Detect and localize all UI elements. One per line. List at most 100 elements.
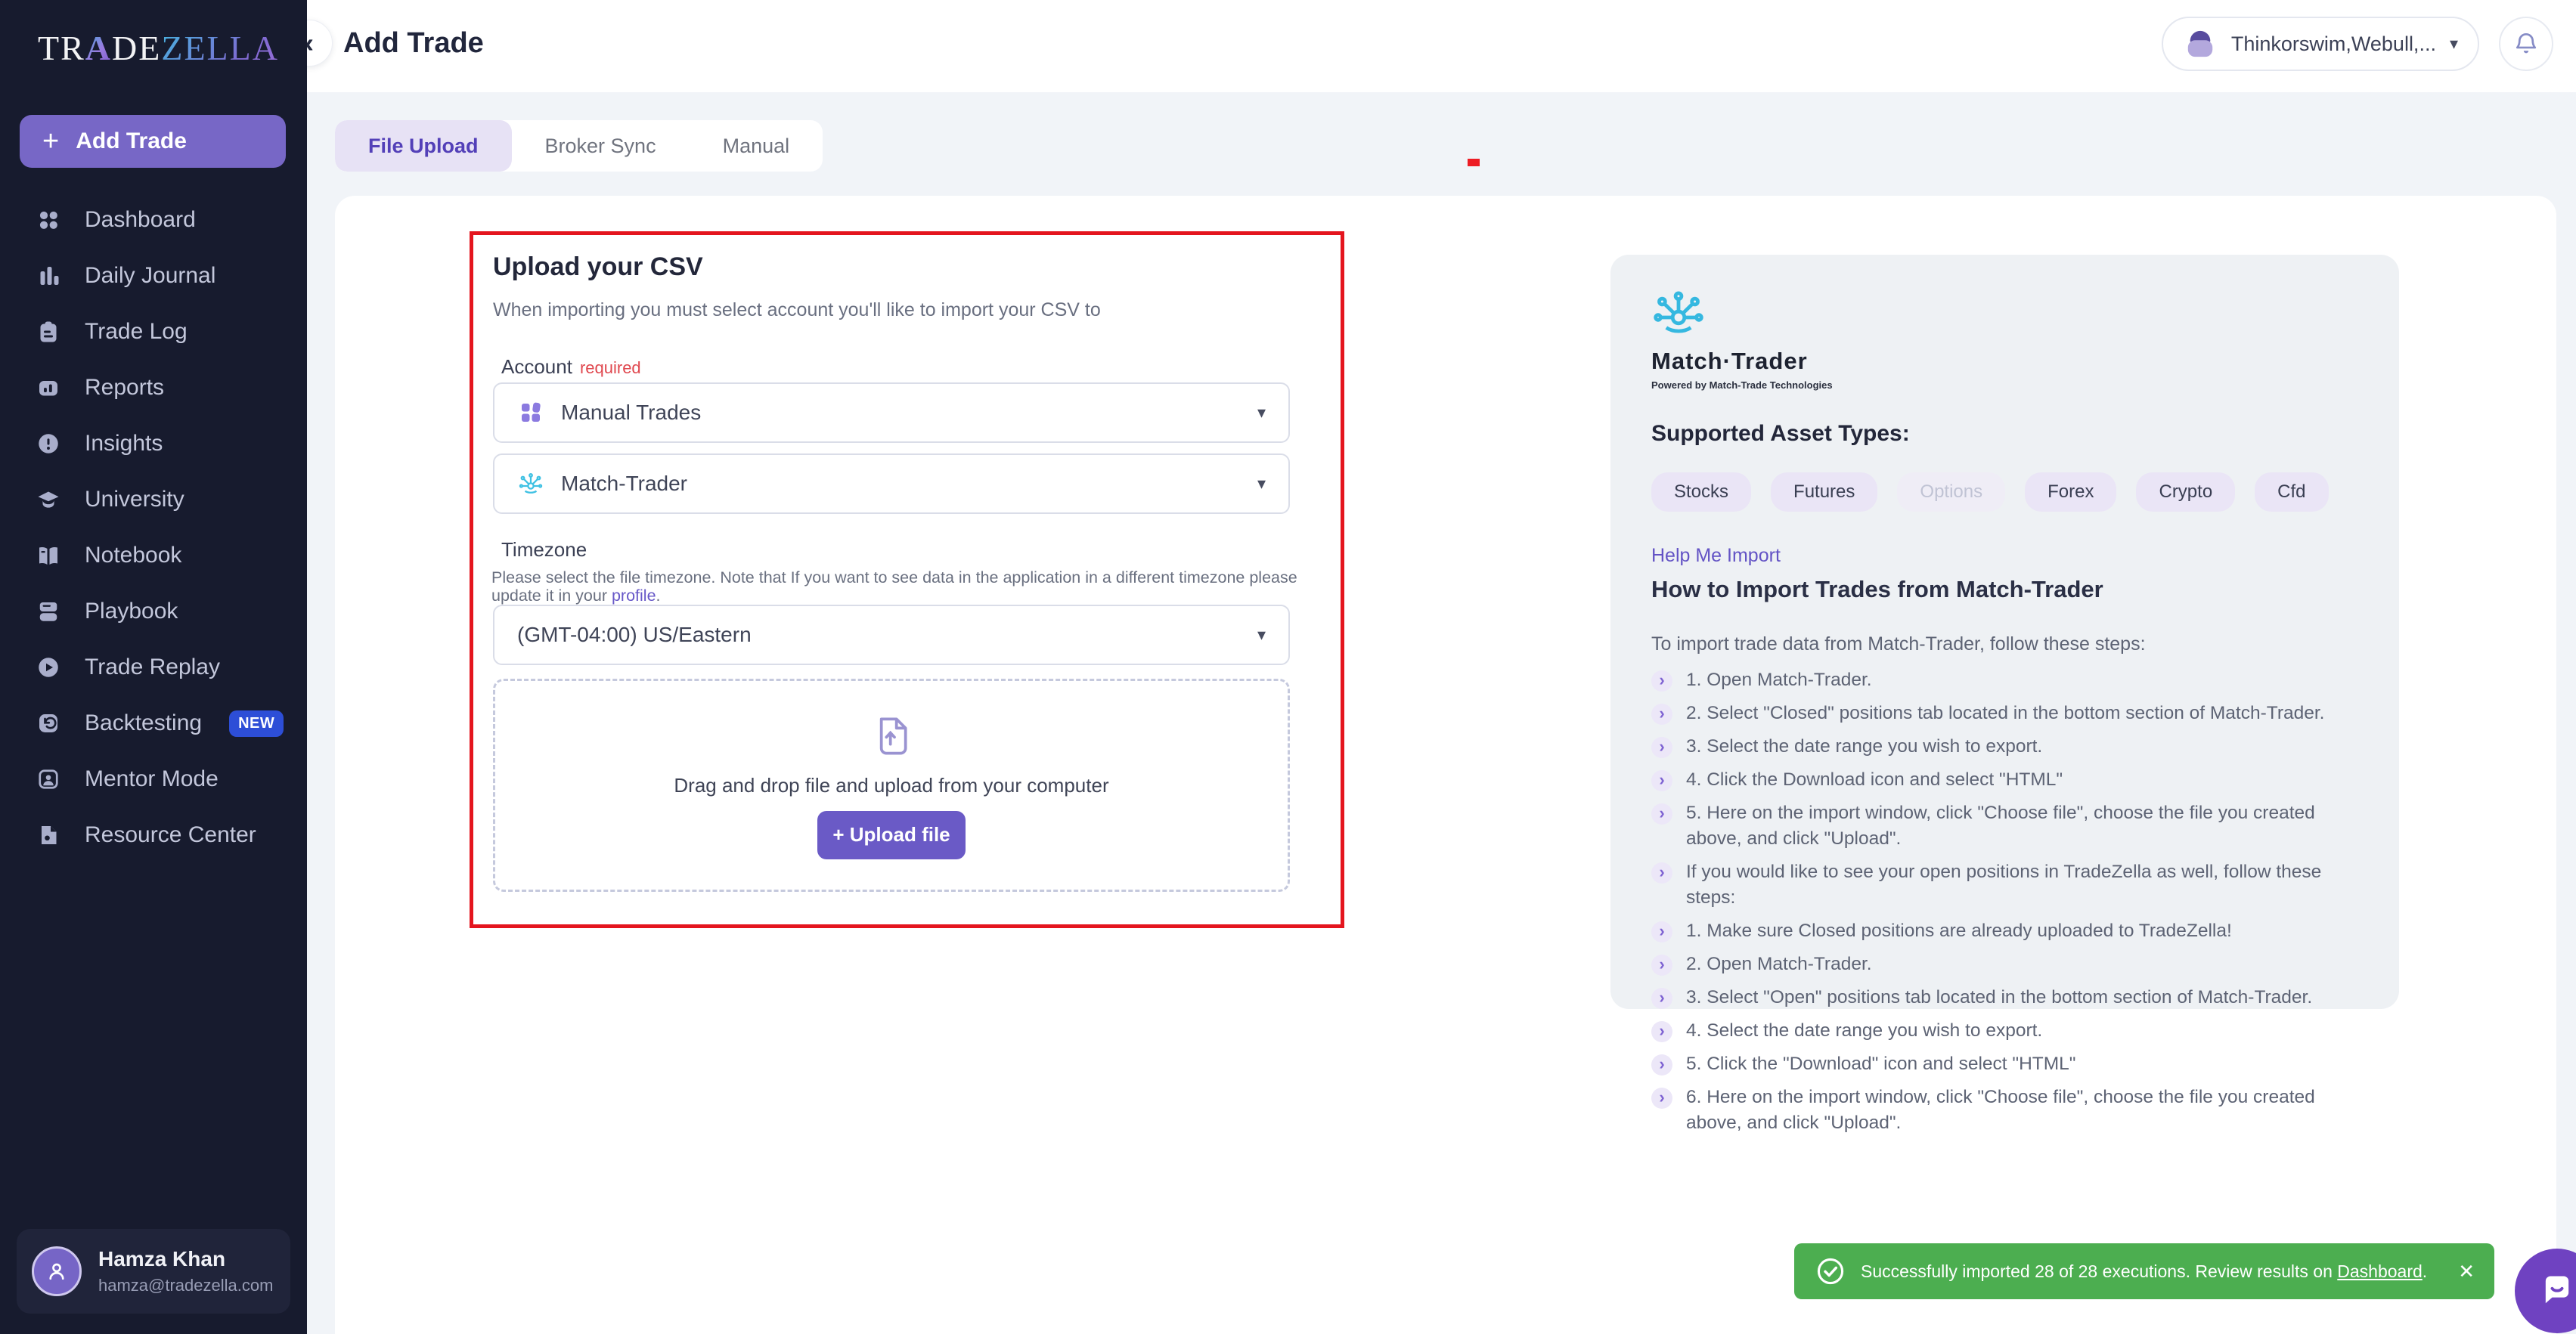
dropzone-text: Drag and drop file and upload from your … bbox=[674, 774, 1108, 797]
tab-broker-sync[interactable]: Broker Sync bbox=[512, 120, 690, 172]
sidebar-item-label: Mentor Mode bbox=[85, 766, 219, 792]
user-profile-card[interactable]: Hamza Khan hamza@tradezella.com bbox=[17, 1229, 290, 1314]
close-icon[interactable]: ✕ bbox=[2458, 1260, 2475, 1283]
avatar bbox=[32, 1246, 82, 1296]
manual-trades-icon bbox=[517, 399, 544, 426]
tab-manual[interactable]: Manual bbox=[690, 120, 823, 172]
step-text: 1. Make sure Closed positions are alread… bbox=[1686, 918, 2232, 944]
dashboard-icon bbox=[35, 206, 62, 234]
sidebar: TRADEZELLA + Add Trade Dashboard Daily J… bbox=[0, 0, 307, 1334]
list-item: › If you would like to see your open posi… bbox=[1651, 859, 2347, 911]
step-text: 4. Click the Download icon and select "H… bbox=[1686, 767, 2063, 793]
step-text: 2. Open Match-Trader. bbox=[1686, 952, 1872, 977]
chat-bubble-icon bbox=[2537, 1271, 2576, 1311]
match-trader-logo-icon bbox=[1651, 288, 1706, 338]
file-dropzone[interactable]: Drag and drop file and upload from your … bbox=[493, 679, 1290, 892]
add-trade-page: TRADEZELLA + Add Trade Dashboard Daily J… bbox=[0, 0, 2576, 1334]
chip-cfd: Cfd bbox=[2255, 472, 2328, 512]
open-book-icon bbox=[35, 542, 62, 569]
person-icon bbox=[43, 1258, 70, 1285]
step-text: 5. Here on the import window, click "Cho… bbox=[1686, 800, 2347, 852]
list-item: ›5. Here on the import window, click "Ch… bbox=[1651, 800, 2347, 852]
import-steps-list: ›1. Open Match-Trader. ›2. Select "Close… bbox=[1651, 667, 2358, 1136]
notifications-button[interactable] bbox=[2499, 17, 2553, 71]
sidebar-item-label: Notebook bbox=[85, 543, 181, 568]
step-text: 3. Select "Open" positions tab located i… bbox=[1686, 985, 2312, 1011]
check-circle-icon bbox=[1814, 1255, 1847, 1288]
step-text: 3. Select the date range you wish to exp… bbox=[1686, 734, 2042, 760]
match-trader-logo-subtitle: Powered by Match-Trade Technologies bbox=[1651, 379, 2358, 391]
sidebar-item-label: Backtesting bbox=[85, 710, 202, 736]
chevron-right-icon: › bbox=[1651, 770, 1672, 791]
list-item: › 3. Select "Open" positions tab located … bbox=[1651, 985, 2347, 1011]
import-method-tabs: File Upload Broker Sync Manual bbox=[335, 120, 823, 172]
step-text: 5. Click the "Download" icon and select … bbox=[1686, 1051, 2075, 1077]
chevron-down-icon: ▾ bbox=[1257, 474, 1266, 494]
sidebar-item-university[interactable]: University bbox=[0, 472, 307, 528]
account-selector-dropdown[interactable]: Thinkorswim,Webull,... ▾ bbox=[2162, 17, 2479, 71]
reports-icon bbox=[35, 374, 62, 401]
logo-text-zella: ZELLA bbox=[161, 28, 279, 68]
tab-file-upload[interactable]: File Upload bbox=[335, 120, 512, 172]
account-select-value: Manual Trades bbox=[561, 401, 1241, 425]
account-label-text: Account bbox=[501, 355, 572, 378]
header: ‹ Add Trade Thinkorswim,Webull,... ▾ bbox=[307, 0, 2576, 92]
sidebar-item-notebook[interactable]: Notebook bbox=[0, 528, 307, 583]
form-title: Upload your CSV bbox=[493, 252, 703, 282]
chevron-right-icon: › bbox=[1651, 1088, 1672, 1109]
chevron-right-icon: › bbox=[1651, 1021, 1672, 1042]
success-toast: Successfully imported 28 of 28 execution… bbox=[1794, 1243, 2494, 1299]
sidebar-item-playbook[interactable]: Playbook bbox=[0, 583, 307, 639]
match-trader-mini-icon bbox=[517, 470, 544, 497]
chevron-right-icon: › bbox=[1651, 988, 1672, 1009]
sidebar-item-mentor-mode[interactable]: Mentor Mode bbox=[0, 751, 307, 807]
sidebar-item-reports[interactable]: Reports bbox=[0, 360, 307, 416]
toast-message: Successfully imported 28 of 28 execution… bbox=[1861, 1261, 2444, 1282]
chevron-down-icon: ▾ bbox=[2450, 34, 2458, 54]
timezone-note: Please select the file timezone. Note th… bbox=[491, 568, 1300, 605]
sidebar-item-insights[interactable]: Insights bbox=[0, 416, 307, 472]
broker-bag-icon bbox=[2183, 28, 2218, 60]
list-item: ›3. Select the date range you wish to ex… bbox=[1651, 734, 2347, 760]
step-text: 6. Here on the import window, click "Cho… bbox=[1686, 1085, 2347, 1136]
sidebar-item-label: Resource Center bbox=[85, 822, 256, 848]
account-selector-label: Thinkorswim,Webull,... bbox=[2231, 32, 2436, 56]
upload-file-button[interactable]: + Upload file bbox=[817, 811, 966, 859]
playbook-icon bbox=[35, 598, 62, 625]
list-item: ›2. Select "Closed" positions tab locate… bbox=[1651, 701, 2347, 726]
chip-options: Options bbox=[1897, 472, 2005, 512]
user-email: hamza@tradezella.com bbox=[98, 1276, 273, 1295]
chevron-right-icon: › bbox=[1651, 862, 1672, 884]
sidebar-item-backtesting[interactable]: Backtesting NEW bbox=[0, 695, 307, 751]
sidebar-item-dashboard[interactable]: Dashboard bbox=[0, 192, 307, 248]
sidebar-item-label: Trade Replay bbox=[85, 655, 220, 680]
sidebar-item-label: Reports bbox=[85, 375, 164, 401]
sidebar-item-label: Playbook bbox=[85, 599, 178, 624]
chip-futures: Futures bbox=[1771, 472, 1877, 512]
chip-forex: Forex bbox=[2025, 472, 2116, 512]
add-trade-label: Add Trade bbox=[76, 128, 187, 154]
timezone-select[interactable]: (GMT-04:00) US/Eastern ▾ bbox=[493, 605, 1290, 665]
add-trade-button[interactable]: + Add Trade bbox=[20, 115, 286, 168]
sidebar-item-trade-replay[interactable]: Trade Replay bbox=[0, 639, 307, 695]
dashboard-link[interactable]: Dashboard bbox=[2337, 1261, 2423, 1281]
plus-icon: + bbox=[42, 127, 59, 156]
logo-text-tr: TR bbox=[38, 28, 85, 68]
profile-link[interactable]: profile bbox=[612, 587, 656, 605]
sidebar-item-daily-journal[interactable]: Daily Journal bbox=[0, 248, 307, 304]
help-me-import-link[interactable]: Help Me Import bbox=[1651, 545, 2358, 567]
annotation-red-dash bbox=[1468, 159, 1480, 166]
timezone-note-period: . bbox=[656, 587, 661, 605]
sidebar-item-trade-log[interactable]: Trade Log bbox=[0, 304, 307, 360]
required-indicator: required bbox=[580, 358, 641, 377]
step-text: 2. Select "Closed" positions tab located… bbox=[1686, 701, 2324, 726]
broker-select[interactable]: Match-Trader ▾ bbox=[493, 453, 1290, 514]
step-text: If you would like to see your open posit… bbox=[1686, 859, 2347, 911]
list-item: ›1. Make sure Closed positions are alrea… bbox=[1651, 918, 2347, 944]
toast-message-period: . bbox=[2423, 1261, 2427, 1281]
timezone-select-value: (GMT-04:00) US/Eastern bbox=[517, 623, 1241, 647]
logo-text-de: DE bbox=[112, 28, 161, 68]
chip-stocks: Stocks bbox=[1651, 472, 1751, 512]
sidebar-item-resource-center[interactable]: Resource Center bbox=[0, 807, 307, 863]
account-select[interactable]: Manual Trades ▾ bbox=[493, 382, 1290, 443]
